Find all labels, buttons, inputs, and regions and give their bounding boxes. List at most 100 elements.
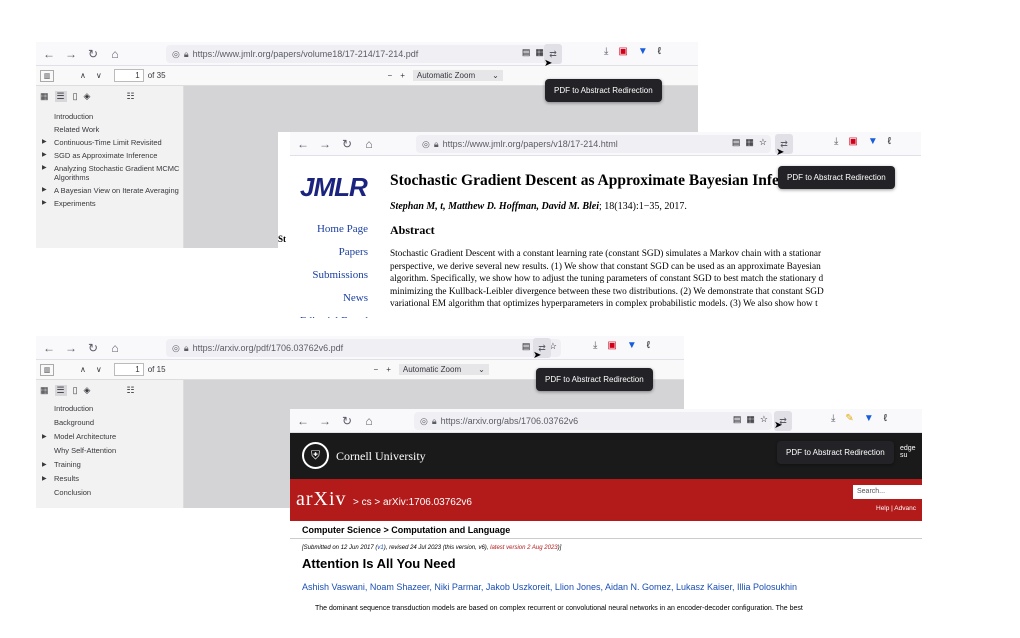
outline-item[interactable]: Introduction xyxy=(36,404,183,414)
layers-icon[interactable]: ◈ xyxy=(84,91,91,102)
reader-icon[interactable]: ▤ xyxy=(732,137,741,148)
nav-news[interactable]: News xyxy=(288,287,368,310)
reader-icon[interactable]: ▤ xyxy=(522,341,531,352)
outline-item[interactable]: ▶ Experiments xyxy=(36,199,183,208)
grid-icon[interactable]: ▦ xyxy=(746,414,755,425)
address-bar[interactable]: ◎ 🔒︎ https://www.jmlr.org/papers/volume1… xyxy=(166,45,561,63)
reload-icon[interactable]: ↻ xyxy=(82,47,104,61)
help-links[interactable]: Help | Advanc xyxy=(876,505,916,512)
forward-icon[interactable]: → xyxy=(314,414,336,428)
page-number-input[interactable]: 1 xyxy=(113,69,144,82)
download-icon[interactable]: ⤓ xyxy=(593,340,597,351)
outline-item[interactable]: ▶ Model Architecture xyxy=(36,432,183,442)
expand-icon[interactable]: ▶ xyxy=(42,460,47,470)
outline-item[interactable]: ▶ Continuous-Time Limit Revisited xyxy=(36,138,183,147)
extension-icon[interactable]: ℓ xyxy=(647,340,650,351)
expand-icon[interactable]: ▶ xyxy=(42,432,47,442)
cornell-name[interactable]: Cornell University xyxy=(336,449,426,464)
pdf-icon[interactable]: ▣ xyxy=(848,136,857,147)
expand-icon[interactable]: ▶ xyxy=(42,151,47,160)
grid-icon[interactable]: ▦ xyxy=(535,47,544,58)
forward-icon[interactable]: → xyxy=(314,137,336,151)
outline-item[interactable]: ▶ Training xyxy=(36,460,183,470)
bitwarden-icon[interactable]: ▼ xyxy=(627,340,637,351)
extension-icon[interactable]: ℓ xyxy=(888,136,891,147)
download-icon[interactable]: ⤓ xyxy=(604,46,608,57)
next-page-icon[interactable]: ∨ xyxy=(96,365,102,374)
page-number-input[interactable]: 1 xyxy=(113,363,144,376)
extension-icon[interactable]: ℓ xyxy=(884,413,887,424)
outline-item[interactable]: Background xyxy=(36,418,183,428)
back-icon[interactable]: ← xyxy=(292,137,314,151)
pdf-icon[interactable]: ▣ xyxy=(607,340,616,351)
address-bar[interactable]: ◎ 🔒︎ https://www.jmlr.org/papers/v18/17-… xyxy=(416,135,771,153)
back-icon[interactable]: ← xyxy=(292,414,314,428)
thumbnails-icon[interactable]: ▦ xyxy=(40,385,49,396)
note-icon[interactable]: ✎ xyxy=(845,413,853,424)
nav-papers[interactable]: Papers xyxy=(288,241,368,264)
breadcrumb[interactable]: > cs > arXiv:1706.03762v6 xyxy=(353,497,472,508)
outline-item[interactable]: ▶ SGD as Approximate Inference xyxy=(36,151,183,160)
current-outline-icon[interactable]: ☷ xyxy=(126,91,134,102)
forward-icon[interactable]: → xyxy=(60,47,82,61)
prev-page-icon[interactable]: ∧ xyxy=(80,365,86,374)
download-icon[interactable]: ⤓ xyxy=(831,413,835,424)
jmlr-logo[interactable]: JMLR xyxy=(300,172,368,203)
reload-icon[interactable]: ↻ xyxy=(82,341,104,355)
sidebar-toggle-icon[interactable]: ▥ xyxy=(40,363,54,376)
forward-icon[interactable]: → xyxy=(60,341,82,355)
download-icon[interactable]: ⤓ xyxy=(834,136,838,147)
current-outline-icon[interactable]: ☷ xyxy=(126,385,134,396)
search-input[interactable]: Search... xyxy=(853,485,922,499)
prev-page-icon[interactable]: ∧ xyxy=(80,71,86,80)
bitwarden-icon[interactable]: ▼ xyxy=(868,136,878,147)
attachments-icon[interactable]: ▯ xyxy=(73,91,78,102)
zoom-select[interactable]: Automatic Zoom ⌄ xyxy=(412,70,503,81)
outline-item[interactable]: ▶ Results xyxy=(36,474,183,484)
outline-item[interactable]: Introduction xyxy=(36,112,183,121)
zoom-out-icon[interactable]: − xyxy=(388,71,393,80)
nav-submissions[interactable]: Submissions xyxy=(288,264,368,287)
layers-icon[interactable]: ◈ xyxy=(84,385,91,396)
nav-editorial-board[interactable]: Editorial Board xyxy=(288,310,368,318)
expand-icon[interactable]: ▶ xyxy=(42,186,47,195)
outline-item[interactable]: Why Self-Attention xyxy=(36,446,183,456)
expand-icon[interactable]: ▶ xyxy=(42,138,47,147)
reload-icon[interactable]: ↻ xyxy=(336,414,358,428)
extension-icon[interactable]: ℓ xyxy=(658,46,661,57)
latest-version-link[interactable]: latest version 2 Aug 2023 xyxy=(490,545,558,551)
zoom-in-icon[interactable]: + xyxy=(400,71,405,80)
zoom-in-icon[interactable]: + xyxy=(386,365,391,374)
address-bar[interactable]: ◎ 🔒︎ https://arxiv.org/pdf/1706.03762v6.… xyxy=(166,339,561,357)
outline-item[interactable]: Conclusion xyxy=(36,488,183,498)
bitwarden-icon[interactable]: ▼ xyxy=(864,413,874,424)
bitwarden-icon[interactable]: ▼ xyxy=(638,46,648,57)
star-icon[interactable]: ☆ xyxy=(759,137,767,148)
zoom-select[interactable]: Automatic Zoom ⌄ xyxy=(398,364,489,375)
outline-icon[interactable]: ☰ xyxy=(54,90,67,102)
expand-icon[interactable]: ▶ xyxy=(42,474,47,484)
arxiv-logo[interactable]: arXiv xyxy=(296,488,347,510)
expand-icon[interactable]: ▶ xyxy=(42,164,47,173)
sidebar-toggle-icon[interactable]: ▥ xyxy=(40,69,54,82)
pdf-icon[interactable]: ▣ xyxy=(618,46,627,57)
reload-icon[interactable]: ↻ xyxy=(336,137,358,151)
home-icon[interactable]: ⌂ xyxy=(358,137,380,151)
outline-icon[interactable]: ☰ xyxy=(54,384,67,396)
reader-icon[interactable]: ▤ xyxy=(522,47,531,58)
outline-item[interactable]: Related Work xyxy=(36,125,183,134)
back-icon[interactable]: ← xyxy=(38,47,60,61)
address-bar[interactable]: ◎ 🔒︎ https://arxiv.org/abs/1706.03762v6 … xyxy=(414,412,772,430)
expand-icon[interactable]: ▶ xyxy=(42,199,47,208)
attachments-icon[interactable]: ▯ xyxy=(73,385,78,396)
home-icon[interactable]: ⌂ xyxy=(104,47,126,61)
grid-icon[interactable]: ▦ xyxy=(745,137,754,148)
reader-icon[interactable]: ▤ xyxy=(733,414,742,425)
thumbnails-icon[interactable]: ▦ xyxy=(40,91,49,102)
back-icon[interactable]: ← xyxy=(38,341,60,355)
paper-authors[interactable]: Ashish Vaswani, Noam Shazeer, Niki Parma… xyxy=(302,582,797,592)
home-icon[interactable]: ⌂ xyxy=(104,341,126,355)
outline-item[interactable]: ▶ A Bayesian View on Iterate Averaging xyxy=(36,186,183,195)
star-icon[interactable]: ☆ xyxy=(760,414,768,425)
zoom-out-icon[interactable]: − xyxy=(374,365,379,374)
